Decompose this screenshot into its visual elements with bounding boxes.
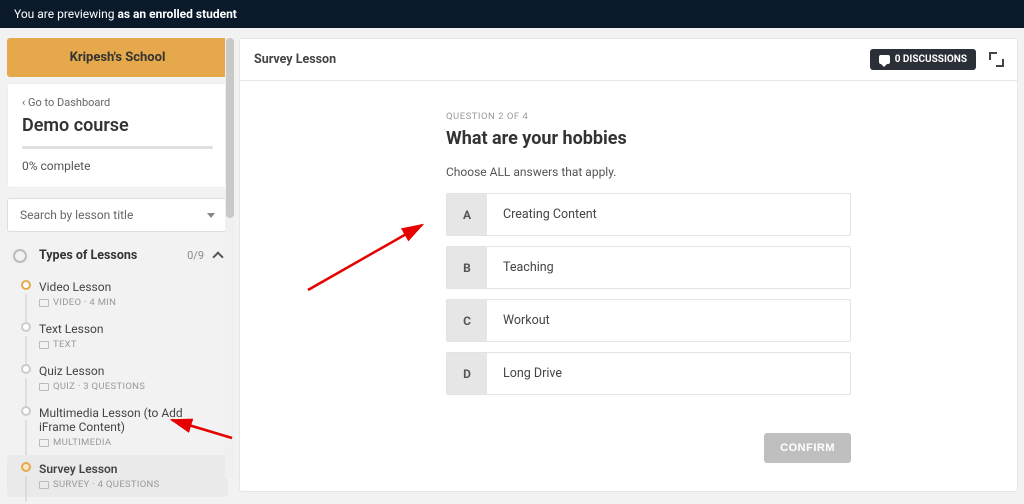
answer-text: Workout bbox=[487, 300, 566, 341]
lesson-status-icon bbox=[21, 406, 31, 416]
lesson-status-icon bbox=[21, 364, 31, 374]
course-title: Demo course bbox=[22, 115, 213, 136]
lesson-header: Survey Lesson 0 DISCUSSIONS bbox=[239, 38, 1018, 81]
section-status-circle-icon bbox=[13, 249, 27, 263]
progress-text: 0% complete bbox=[22, 159, 213, 173]
fullscreen-icon[interactable] bbox=[990, 53, 1003, 66]
lesson-item-quiz[interactable]: Quiz Lesson QUIZ · 3 QUESTIONS bbox=[7, 357, 228, 399]
lesson-content-area: Survey Lesson 0 DISCUSSIONS QUESTION 2 O… bbox=[235, 28, 1024, 502]
lesson-title: Video Lesson bbox=[39, 280, 222, 294]
answer-letter: A bbox=[447, 194, 487, 235]
progress-bar bbox=[22, 146, 213, 149]
discussions-button[interactable]: 0 DISCUSSIONS bbox=[870, 49, 976, 70]
survey-icon bbox=[39, 481, 49, 489]
section-progress: 0/9 bbox=[187, 249, 204, 262]
lesson-header-title: Survey Lesson bbox=[254, 52, 336, 67]
school-header[interactable]: Kripesh's School bbox=[7, 38, 228, 77]
question-title: What are your hobbies bbox=[446, 128, 851, 149]
lesson-title: Quiz Lesson bbox=[39, 364, 222, 378]
multimedia-icon bbox=[39, 439, 49, 447]
sidebar-scrollbar[interactable] bbox=[225, 38, 235, 478]
lesson-title: Text Lesson bbox=[39, 322, 222, 336]
lesson-item-survey[interactable]: Survey Lesson SURVEY · 4 QUESTIONS bbox=[7, 455, 228, 497]
search-lesson-select[interactable]: Search by lesson title bbox=[7, 198, 228, 232]
caret-down-icon bbox=[207, 213, 215, 218]
lesson-item-multimedia[interactable]: Multimedia Lesson (to Add iFrame Content… bbox=[7, 399, 228, 455]
answer-option-d[interactable]: D Long Drive bbox=[446, 352, 851, 395]
answer-option-a[interactable]: A Creating Content bbox=[446, 193, 851, 236]
lesson-status-icon bbox=[21, 322, 31, 332]
lesson-item-text[interactable]: Text Lesson TEXT bbox=[7, 315, 228, 357]
lesson-canvas: QUESTION 2 OF 4 What are your hobbies Ch… bbox=[239, 81, 1018, 492]
chat-icon bbox=[879, 55, 890, 64]
lesson-title: Multimedia Lesson (to Add iFrame Content… bbox=[39, 406, 222, 434]
preview-prefix: You are previewing bbox=[14, 7, 117, 21]
lesson-item-pdf[interactable]: PDF Lesson PDF bbox=[7, 497, 228, 502]
scrollbar-thumb[interactable] bbox=[226, 38, 234, 218]
question-progress: QUESTION 2 OF 4 bbox=[446, 111, 851, 122]
lesson-item-video[interactable]: Video Lesson VIDEO · 4 MIN bbox=[7, 273, 228, 315]
lesson-title: Survey Lesson bbox=[39, 462, 222, 476]
answer-option-c[interactable]: C Workout bbox=[446, 299, 851, 342]
question-instruction: Choose ALL answers that apply. bbox=[446, 165, 851, 179]
video-icon bbox=[39, 299, 49, 307]
chevron-up-icon bbox=[212, 251, 223, 262]
answer-letter: D bbox=[447, 353, 487, 394]
survey-question: QUESTION 2 OF 4 What are your hobbies Ch… bbox=[446, 111, 851, 395]
course-sidebar: Kripesh's School ‹ Go to Dashboard Demo … bbox=[0, 28, 235, 502]
answer-text: Long Drive bbox=[487, 353, 578, 394]
confirm-button[interactable]: CONFIRM bbox=[764, 433, 851, 463]
lesson-list: Video Lesson VIDEO · 4 MIN Text Lesson T… bbox=[7, 273, 228, 502]
course-card: ‹ Go to Dashboard Demo course 0% complet… bbox=[7, 83, 228, 188]
back-to-dashboard-link[interactable]: ‹ Go to Dashboard bbox=[22, 96, 213, 109]
answer-letter: C bbox=[447, 300, 487, 341]
answer-letter: B bbox=[447, 247, 487, 288]
lesson-status-icon bbox=[21, 280, 31, 290]
answer-text: Creating Content bbox=[487, 194, 613, 235]
answer-option-b[interactable]: B Teaching bbox=[446, 246, 851, 289]
preview-role: as an enrolled student bbox=[117, 7, 236, 21]
quiz-icon bbox=[39, 383, 49, 391]
search-placeholder: Search by lesson title bbox=[20, 208, 133, 222]
text-icon bbox=[39, 341, 49, 349]
section-header[interactable]: Types of Lessons 0/9 bbox=[7, 244, 228, 267]
answer-text: Teaching bbox=[487, 247, 570, 288]
preview-mode-bar: You are previewing as an enrolled studen… bbox=[0, 0, 1024, 28]
section-title: Types of Lessons bbox=[39, 248, 187, 263]
lesson-status-icon bbox=[21, 462, 31, 472]
